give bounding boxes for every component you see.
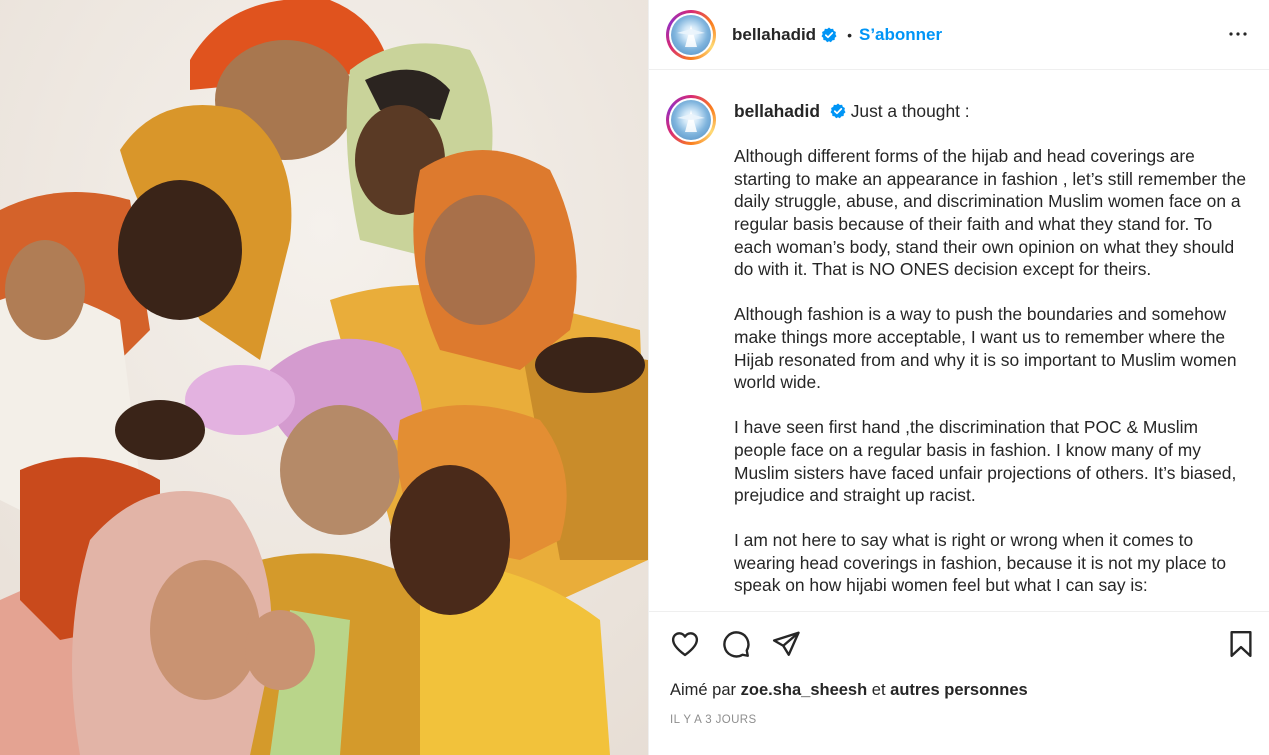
heart-icon	[671, 632, 699, 657]
caption-paragraph: Although different forms of the hijab an…	[734, 146, 1247, 280]
liker-username[interactable]: zoe.sha_sheesh	[741, 681, 868, 699]
caption-intro: Just a thought :	[850, 101, 970, 121]
author-avatar[interactable]	[666, 9, 716, 60]
caption: bellahadid Just a thought : Although dif…	[666, 95, 1254, 597]
share-button[interactable]	[771, 629, 801, 659]
avatar-image	[671, 100, 711, 140]
post-header: bellahadid • S’abonner	[649, 0, 1269, 70]
caption-scroll-area[interactable]: bellahadid Just a thought : Although dif…	[649, 71, 1269, 611]
follow-button[interactable]: S’abonner	[859, 25, 942, 45]
post-actions: Aimé par zoe.sha_sheesh et autres person…	[649, 611, 1269, 755]
likes-summary: Aimé par zoe.sha_sheesh et autres person…	[670, 681, 1028, 700]
post-side-panel: bellahadid • S’abonner bellahadid Just a…	[648, 0, 1269, 755]
caption-paragraph: I am not here to say what is right or wr…	[734, 530, 1227, 596]
likes-others-link[interactable]: autres personnes	[890, 681, 1028, 699]
verified-badge-icon	[830, 103, 846, 119]
caption-username[interactable]: bellahadid	[734, 101, 820, 121]
likes-middle: et	[871, 681, 886, 699]
more-options-icon[interactable]	[1226, 22, 1250, 46]
caption-paragraph: Although fashion is a way to push the bo…	[734, 304, 1237, 393]
likes-prefix: Aimé par	[670, 681, 737, 699]
comment-icon	[723, 631, 750, 658]
bookmark-icon	[1230, 630, 1252, 658]
like-button[interactable]	[670, 629, 700, 659]
comment-button[interactable]	[721, 629, 751, 659]
caption-text: bellahadid Just a thought : Although dif…	[734, 95, 1254, 597]
avatar-image	[671, 14, 711, 55]
caption-paragraph: I have seen first hand ,the discriminati…	[734, 417, 1237, 506]
post-timestamp[interactable]: IL Y A 3 JOURS	[670, 714, 757, 726]
save-button[interactable]	[1226, 629, 1256, 659]
verified-badge-icon	[821, 27, 837, 42]
author-username[interactable]: bellahadid	[732, 25, 816, 45]
group-portrait-photo	[0, 0, 648, 755]
post-photo[interactable]	[0, 0, 648, 755]
header-separator: •	[847, 26, 852, 43]
caption-first-line: bellahadid Just a thought :	[734, 100, 1254, 123]
caption-author-avatar[interactable]	[666, 95, 716, 145]
share-icon	[772, 631, 800, 656]
